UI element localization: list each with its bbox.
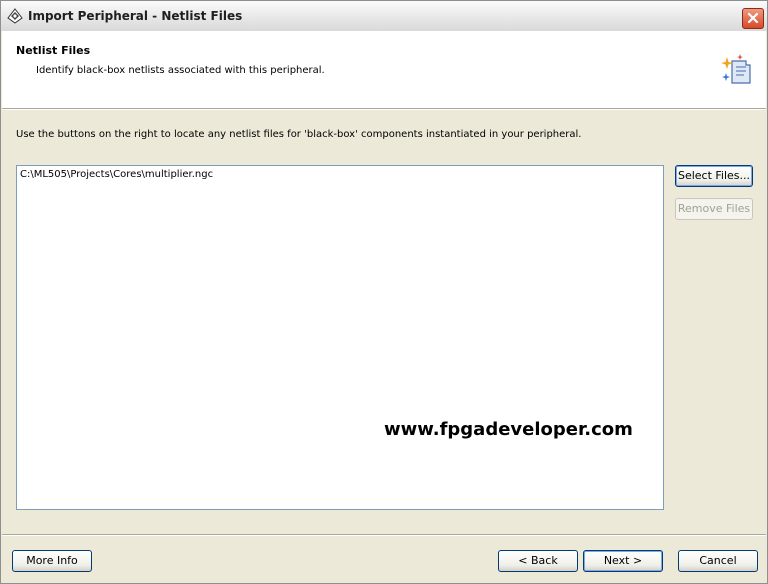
app-icon (7, 8, 23, 24)
header-divider (2, 108, 766, 110)
wizard-header: Netlist Files Identify black-box netlist… (2, 31, 766, 108)
list-item[interactable]: C:\ML505\Projects\Cores\multiplier.ngc (20, 169, 213, 180)
footer-divider (2, 534, 766, 536)
close-button[interactable] (742, 8, 764, 29)
close-icon (747, 12, 759, 24)
next-button[interactable]: Next > (583, 550, 663, 572)
back-button[interactable]: < Back (498, 550, 578, 572)
select-files-button[interactable]: Select Files... (675, 165, 753, 187)
instruction-text: Use the buttons on the right to locate a… (16, 129, 582, 140)
title-bar[interactable]: Import Peripheral - Netlist Files (1, 1, 767, 31)
remove-files-button[interactable]: Remove Files (675, 198, 753, 220)
page-title: Netlist Files (16, 44, 91, 57)
wizard-sparkle-icon (721, 54, 751, 84)
import-peripheral-dialog: Import Peripheral - Netlist Files Netlis… (0, 0, 768, 584)
window-title: Import Peripheral - Netlist Files (28, 9, 243, 23)
cancel-button[interactable]: Cancel (678, 550, 758, 572)
page-subtitle: Identify black-box netlists associated w… (36, 65, 325, 76)
netlist-file-list[interactable]: C:\ML505\Projects\Cores\multiplier.ngc (16, 165, 664, 510)
watermark-text: www.fpgadeveloper.com (384, 419, 633, 440)
more-info-button[interactable]: More Info (12, 550, 92, 572)
